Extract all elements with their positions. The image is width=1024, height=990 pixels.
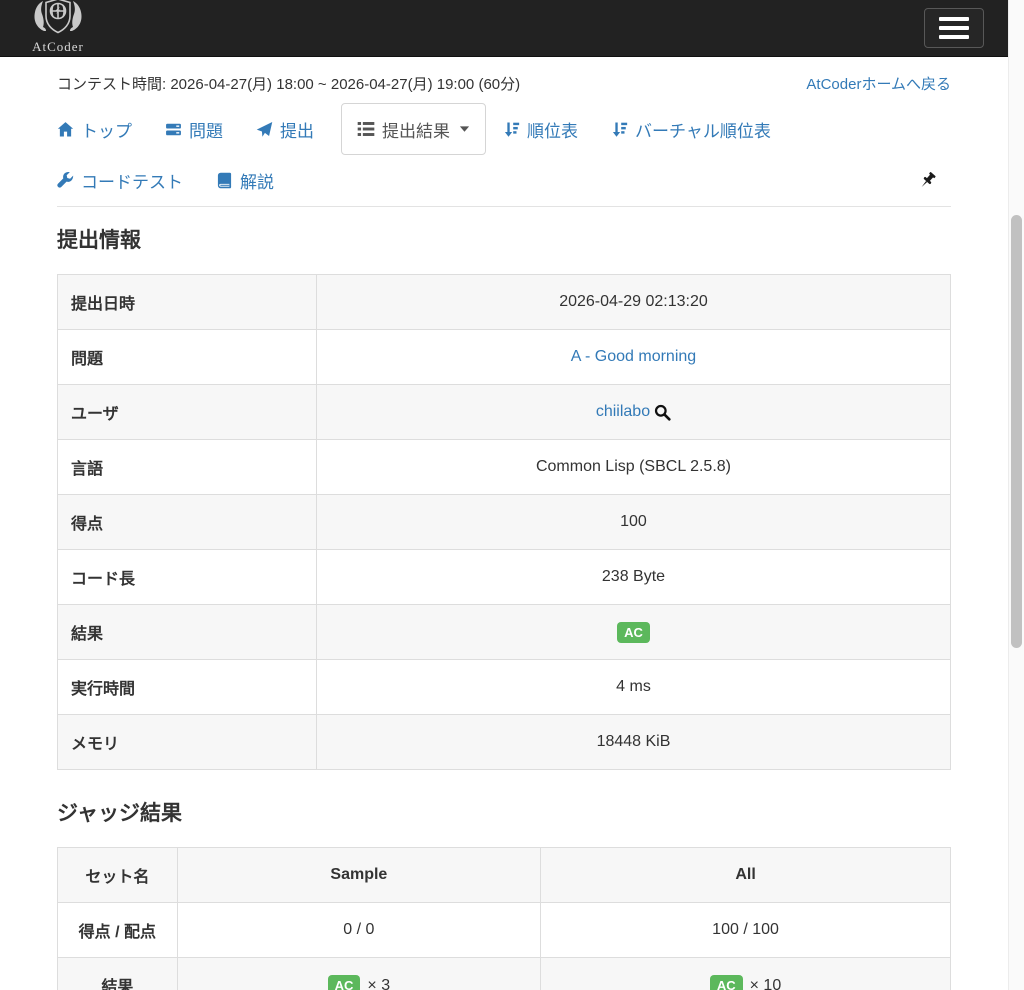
status-badge: AC <box>710 975 743 990</box>
problem-link[interactable]: A - Good morning <box>571 348 696 365</box>
table-row: 結果 AC <box>58 605 951 660</box>
judge-header-row: セット名SampleAll <box>58 848 951 903</box>
submission-info-table: 提出日時2026-04-29 02:13:20問題 A - Good mornin… <box>57 274 951 770</box>
judge-cell: AC × 3 <box>177 958 540 990</box>
badge-count: × 3 <box>367 977 390 990</box>
back-to-home-link[interactable]: AtCoderホームへ戻る <box>806 73 951 94</box>
tab-label: 解説 <box>240 168 274 193</box>
atcoder-logo[interactable]: AtCoder <box>22 0 94 56</box>
row-value: 238 Byte <box>316 550 950 605</box>
row-label: コード長 <box>58 550 317 605</box>
top-navbar: AtCoder <box>0 0 1008 57</box>
row-label: メモリ <box>58 715 317 770</box>
row-label: 提出日時 <box>58 275 317 330</box>
judge-col-header: All <box>541 848 951 903</box>
badge-count: × 10 <box>750 977 782 990</box>
contest-nav-row1: トップ 問題 提出 提出結果 順位表 バーチャル順位表 <box>57 103 951 155</box>
contest-bar: コンテスト時間: 2026-04-27(月) 18:00 ~ 2026-04-2… <box>57 73 951 94</box>
tab-label: バーチャル順位表 <box>635 117 771 142</box>
table-row: 問題 A - Good morning <box>58 330 951 385</box>
tab-top[interactable]: トップ <box>57 117 132 142</box>
home-icon <box>57 121 74 138</box>
viewport: AtCoder コンテスト時間: 2026-04-27(月) 18:00 ~ 2… <box>0 0 1024 990</box>
row-label: 問題 <box>58 330 317 385</box>
contest-nav-row2: コードテスト 解説 <box>57 155 951 207</box>
list-icon <box>357 120 375 138</box>
book-icon <box>216 172 233 189</box>
table-row: 言語Common Lisp (SBCL 2.5.8) <box>58 440 951 495</box>
row-value: chiilabo <box>316 385 950 440</box>
wrench-icon <box>57 172 74 189</box>
user-link[interactable]: chiilabo <box>596 403 650 421</box>
judge-results-title: ジャッジ結果 <box>57 797 951 827</box>
row-label: 得点 <box>58 495 317 550</box>
row-value: 100 <box>316 495 950 550</box>
hamburger-icon <box>939 17 969 21</box>
row-value: 4 ms <box>316 660 950 715</box>
scrollbar-track[interactable] <box>1008 0 1024 990</box>
row-label: 実行時間 <box>58 660 317 715</box>
sort-icon <box>611 121 628 138</box>
row-label: 結果 <box>58 605 317 660</box>
row-value: Common Lisp (SBCL 2.5.8) <box>316 440 950 495</box>
tab-label: 提出 <box>280 117 314 142</box>
atcoder-crest-icon <box>22 0 94 39</box>
row-label: ユーザ <box>58 385 317 440</box>
tab-code-test[interactable]: コードテスト <box>57 168 183 193</box>
pin-icon[interactable] <box>918 171 951 190</box>
tab-problems[interactable]: 問題 <box>165 117 223 142</box>
row-value: 2026-04-29 02:13:20 <box>316 275 950 330</box>
search-icon[interactable] <box>654 404 671 421</box>
contest-time: コンテスト時間: 2026-04-27(月) 18:00 ~ 2026-04-2… <box>57 73 520 94</box>
row-value: 18448 KiB <box>316 715 950 770</box>
page: AtCoder コンテスト時間: 2026-04-27(月) 18:00 ~ 2… <box>0 0 1008 990</box>
row-label: 言語 <box>58 440 317 495</box>
tab-label: 順位表 <box>527 117 578 142</box>
scrollbar-thumb[interactable] <box>1011 215 1022 648</box>
table-row: ユーザ chiilabo <box>58 385 951 440</box>
row-value: AC <box>316 605 950 660</box>
tab-virtual-standings[interactable]: バーチャル順位表 <box>611 117 771 142</box>
table-row: 得点100 <box>58 495 951 550</box>
table-row: 実行時間4 ms <box>58 660 951 715</box>
judge-row-label: 得点 / 配点 <box>58 903 178 958</box>
judge-col-header: セット名 <box>58 848 178 903</box>
judge-cell: 0 / 0 <box>177 903 540 958</box>
tab-label: トップ <box>81 117 132 142</box>
status-badge: AC <box>328 975 361 990</box>
tab-submit[interactable]: 提出 <box>256 117 314 142</box>
tab-label: 問題 <box>189 117 223 142</box>
tab-editorial[interactable]: 解説 <box>216 168 274 193</box>
table-row: コード長238 Byte <box>58 550 951 605</box>
tab-standings[interactable]: 順位表 <box>503 117 578 142</box>
hamburger-menu-button[interactable] <box>924 8 984 48</box>
main-content: コンテスト時間: 2026-04-27(月) 18:00 ~ 2026-04-2… <box>0 73 1008 990</box>
tasks-icon <box>165 121 182 138</box>
judge-row-label: 結果 <box>58 958 178 990</box>
paper-plane-icon <box>256 121 273 138</box>
judge-col-header: Sample <box>177 848 540 903</box>
brand-name: AtCoder <box>32 40 84 53</box>
tab-results[interactable]: 提出結果 <box>341 103 486 155</box>
user-cell: chiilabo <box>596 403 671 421</box>
table-row: 提出日時2026-04-29 02:13:20 <box>58 275 951 330</box>
table-row: メモリ18448 KiB <box>58 715 951 770</box>
judge-cell: AC × 10 <box>541 958 951 990</box>
row-value: A - Good morning <box>316 330 950 385</box>
judge-row: 結果 AC × 3 AC × 10 <box>58 958 951 990</box>
sort-icon <box>503 121 520 138</box>
tab-label: 提出結果 <box>382 117 450 142</box>
judge-row: 得点 / 配点0 / 0100 / 100 <box>58 903 951 958</box>
judge-results-table: セット名SampleAll 得点 / 配点0 / 0100 / 100結果AC×… <box>57 847 951 990</box>
submission-info-title: 提出情報 <box>57 224 951 254</box>
caret-down-icon <box>459 125 470 133</box>
judge-cell: 100 / 100 <box>541 903 951 958</box>
status-badge: AC <box>617 622 650 643</box>
tab-label: コードテスト <box>81 168 183 193</box>
